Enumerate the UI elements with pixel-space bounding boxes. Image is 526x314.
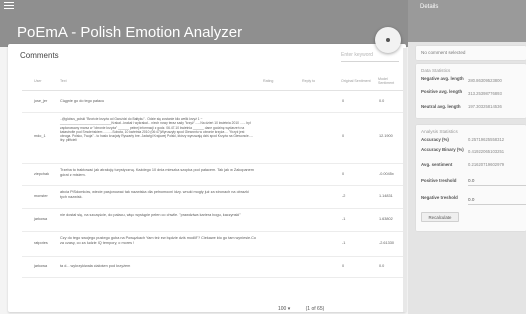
positive-treshold-label: Positive treshold [421, 178, 457, 183]
neutral-length-value: 197.30325814536 [468, 104, 502, 109]
accuracy-binary-label: Accuracy Binary (%) [421, 147, 464, 152]
action-button[interactable] [375, 27, 401, 53]
neutral-length-label: Neutral avg. length [421, 104, 461, 109]
app-bar: PoEmA - Polish Emotion Analyzer [0, 0, 408, 47]
header-divider [22, 90, 406, 91]
positive-treshold-input[interactable] [468, 176, 526, 186]
table-row[interactable]: jose_jer Ciągnie go do tego pałacu 0 0.0 [22, 92, 406, 113]
row-user: jose_jer [34, 99, 48, 103]
data-statistics-card: Data Statistics Negative avg. length 280… [416, 64, 526, 118]
positive-length-value: 313.25398776893 [468, 91, 502, 96]
col-header-model-sentiment[interactable]: Model Sentiment [378, 77, 402, 86]
row-user: monster [34, 194, 48, 198]
row-text: Czy do tego swojego pustego guba na Pową… [60, 236, 257, 246]
col-header-rating[interactable]: Rating [263, 79, 273, 83]
negative-treshold-input[interactable] [468, 195, 526, 205]
row-model-sentiment: 0.0 [379, 264, 385, 268]
rows-per-page-select[interactable]: 100 ▾ [278, 306, 290, 312]
row-user: ziepchak [34, 172, 49, 176]
row-original-sentiment: 0 [342, 134, 345, 138]
row-text: nie dostał się, na szczęście, do pałacu,… [60, 213, 241, 217]
comments-title: Comments [20, 51, 59, 60]
row-original-sentiment: -2 [342, 194, 346, 198]
table-row[interactable]: jarkowa ta d... wykrzykiwała ciałośen po… [22, 258, 406, 278]
accuracy-binary-value: 0.41922065103251 [468, 149, 505, 154]
details-header: Details [408, 0, 526, 42]
recalculate-button[interactable]: Recalculate [421, 212, 459, 222]
row-text: abcia PiSdomków, wiecie pasjonować tak n… [60, 190, 249, 200]
row-original-sentiment: 0 [342, 172, 345, 176]
details-title: Details [420, 4, 439, 10]
accuracy-label: Accuracy (%) [421, 137, 449, 142]
page-range: (1 of 65) [305, 306, 325, 312]
table-row[interactable]: mdo_1 ..@globus_polski "Brońcie krzyża o… [22, 114, 406, 164]
row-model-sentiment: 0.0 [379, 99, 385, 103]
pagination: 100 ▾ (1 of 65) [278, 306, 324, 312]
data-statistics-title: Data Statistics [421, 68, 451, 73]
row-user: jarkowa [34, 264, 48, 268]
table-row[interactable]: jarkowa nie dostał się, na szczęście, do… [22, 210, 406, 232]
table-row[interactable]: monster abcia PiSdomków, wiecie pasjonow… [22, 187, 406, 209]
row-user: ratpotes [34, 241, 48, 245]
row-user: mdo_1 [34, 134, 46, 138]
avg-sentiment-value: 0.21620719602979 [468, 162, 505, 167]
negative-treshold-label: Negative treshold [421, 195, 458, 200]
row-model-sentiment: -0.0045x [379, 172, 394, 176]
menu-icon[interactable] [4, 2, 14, 10]
positive-length-label: Positive avg. length [421, 89, 463, 94]
row-text: ta d... wykrzykiwała ciałośen pod krzyże… [60, 264, 131, 268]
selected-comment: No comment selected [416, 46, 526, 60]
avg-sentiment-label: Avg. sentiment [421, 162, 453, 167]
row-model-sentiment: 12.1900 [379, 134, 393, 138]
table-scrollbar[interactable] [403, 48, 407, 312]
row-text: Trzeba to traktować jak atrakcję turysty… [60, 168, 254, 178]
dot-icon [386, 38, 390, 42]
negative-length-value: 280.86309523800 [468, 78, 502, 83]
details-panel: Details No comment selected Data Statist… [408, 0, 526, 314]
row-original-sentiment: 0 [342, 99, 345, 103]
main-panel: PoEmA - Polish Emotion Analyzer Comments… [0, 0, 408, 314]
col-header-original-sentiment[interactable]: Original Sentiment [341, 79, 371, 83]
row-model-sentiment: 1.63802 [379, 217, 393, 221]
analysis-statistics-card: Analysis Statistics Accuracy (%) 0.25719… [416, 125, 526, 231]
row-user: jarkowa [34, 217, 48, 221]
table-row[interactable]: ziepchak Trzeba to traktować jak atrakcj… [22, 165, 406, 186]
row-original-sentiment: -1 [342, 241, 346, 245]
row-text: ..@globus_polski "Brońcie krzyża od Gwoź… [60, 117, 254, 143]
row-text: Ciągnie go do tego pałacu [60, 99, 105, 103]
col-header-user[interactable]: User [34, 79, 42, 83]
app-title: PoEmA - Polish Emotion Analyzer [17, 24, 243, 41]
row-model-sentiment: -2.61330 [379, 241, 394, 245]
table-row[interactable]: ratpotes Czy do tego swojego pustego gub… [22, 233, 406, 257]
analysis-statistics-title: Analysis Statistics [421, 129, 458, 134]
row-original-sentiment: -1 [342, 217, 346, 221]
accuracy-value: 0.25719625558312 [468, 137, 505, 142]
col-header-text[interactable]: Text [60, 79, 67, 83]
row-model-sentiment: 1.14831 [379, 194, 393, 198]
row-original-sentiment: 0 [342, 264, 345, 268]
negative-length-label: Negative avg. length [421, 76, 464, 81]
col-header-reply-to[interactable]: Reply to [302, 79, 315, 83]
